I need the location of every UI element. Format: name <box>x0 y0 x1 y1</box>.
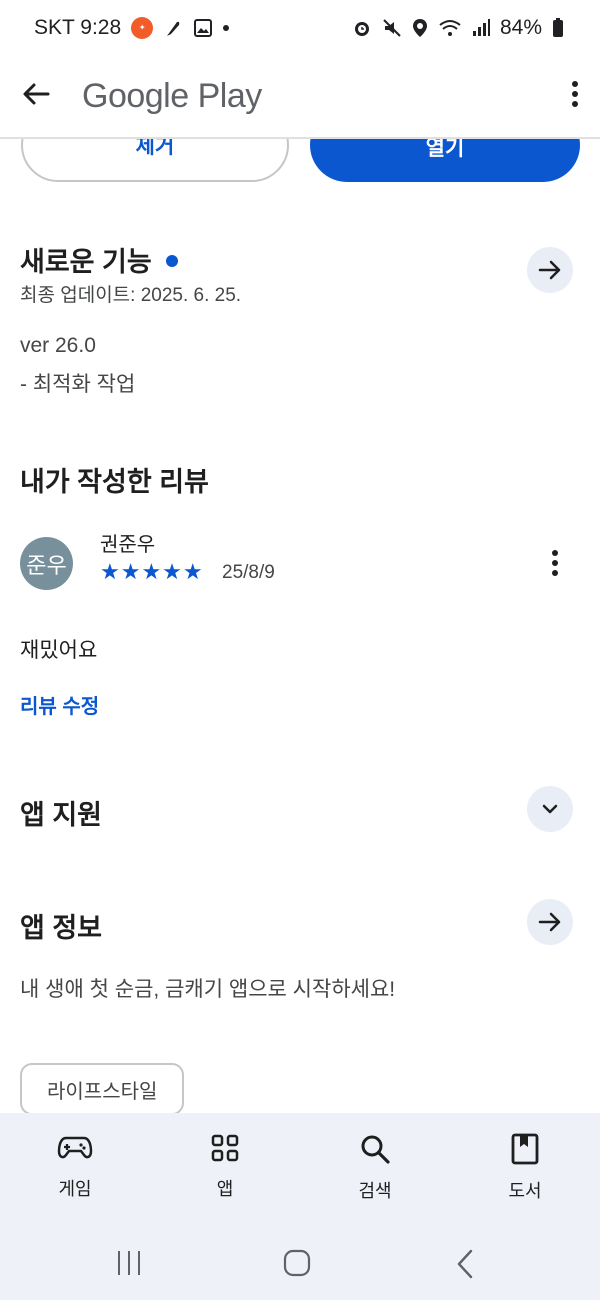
app-info-arrow-button[interactable] <box>527 899 573 945</box>
review-date: 25/8/9 <box>222 562 275 583</box>
nav-apps-label: 앱 <box>216 1179 234 1199</box>
nav-apps[interactable]: 앱 <box>150 1113 300 1231</box>
category-chip[interactable]: 라이프스타일 <box>20 1063 185 1115</box>
edit-review-link[interactable]: 리뷰 수정 <box>20 690 99 719</box>
avatar: 준우 <box>20 537 73 590</box>
whats-new-arrow-button[interactable] <box>527 247 573 293</box>
mute-icon <box>382 18 402 38</box>
bottom-navigation: 게임 앱 검색 도서 <box>0 1113 600 1231</box>
more-notifications-dot <box>223 25 230 31</box>
system-navigation-bar <box>0 1231 600 1300</box>
nav-search-label: 검색 <box>358 1181 392 1201</box>
last-updated: 최종 업데이트: 2025. 6. 25. <box>20 285 242 306</box>
back-nav-icon[interactable] <box>455 1249 475 1284</box>
search-icon <box>361 1135 390 1164</box>
gamepad-icon <box>57 1136 93 1159</box>
arrow-forward-icon <box>538 912 561 932</box>
battery-percent: 84% <box>499 16 542 39</box>
app-description: 내 생애 첫 순금, 금캐기 앱으로 시작하세요! <box>20 978 396 1001</box>
chevron-down-icon <box>542 804 558 814</box>
app-support-title[interactable]: 앱 지원 <box>20 793 102 832</box>
version-text: ver 26.0 <box>20 334 96 357</box>
signal-icon <box>472 19 490 37</box>
notification-app-icon: ✦ <box>131 17 154 39</box>
recent-apps-icon[interactable] <box>116 1249 142 1282</box>
apps-grid-icon <box>211 1134 239 1162</box>
rating-stars: ★★★★★ <box>100 559 204 584</box>
home-icon[interactable] <box>283 1249 311 1282</box>
my-review-title: 내가 작성한 리뷰 <box>20 467 209 497</box>
app-bar-divider <box>0 137 600 139</box>
battery-icon <box>552 18 564 38</box>
more-vert-icon[interactable] <box>570 79 580 114</box>
nav-games[interactable]: 게임 <box>0 1113 150 1231</box>
back-arrow-icon[interactable] <box>20 78 52 115</box>
image-icon <box>193 18 213 38</box>
app-bar-title: Google Play <box>82 76 262 115</box>
nav-books-label: 도서 <box>508 1181 542 1201</box>
status-bar: SKT 9:28 ✦ 84% <box>0 0 600 56</box>
book-icon <box>511 1133 539 1165</box>
nav-search[interactable]: 검색 <box>300 1113 450 1231</box>
review-text: 재밌어요 <box>20 639 98 662</box>
wifi-icon <box>438 18 462 38</box>
release-notes: - 최적화 작업 <box>20 373 136 396</box>
status-time: SKT 9:28 <box>34 16 122 39</box>
arrow-forward-icon <box>538 260 561 280</box>
alarm-icon <box>352 18 372 38</box>
app-info-title[interactable]: 앱 정보 <box>20 906 102 945</box>
review-more-icon[interactable] <box>550 548 560 583</box>
feather-icon <box>163 18 183 38</box>
whats-new-title[interactable]: 새로운 기능 <box>20 240 178 279</box>
reviewer-name: 권준우 <box>100 534 156 556</box>
nav-games-label: 게임 <box>58 1179 92 1199</box>
new-indicator-dot <box>165 254 178 267</box>
location-icon <box>412 18 428 38</box>
app-bar: Google Play <box>0 56 600 136</box>
app-support-expand-button[interactable] <box>527 786 573 832</box>
nav-books[interactable]: 도서 <box>450 1113 600 1231</box>
